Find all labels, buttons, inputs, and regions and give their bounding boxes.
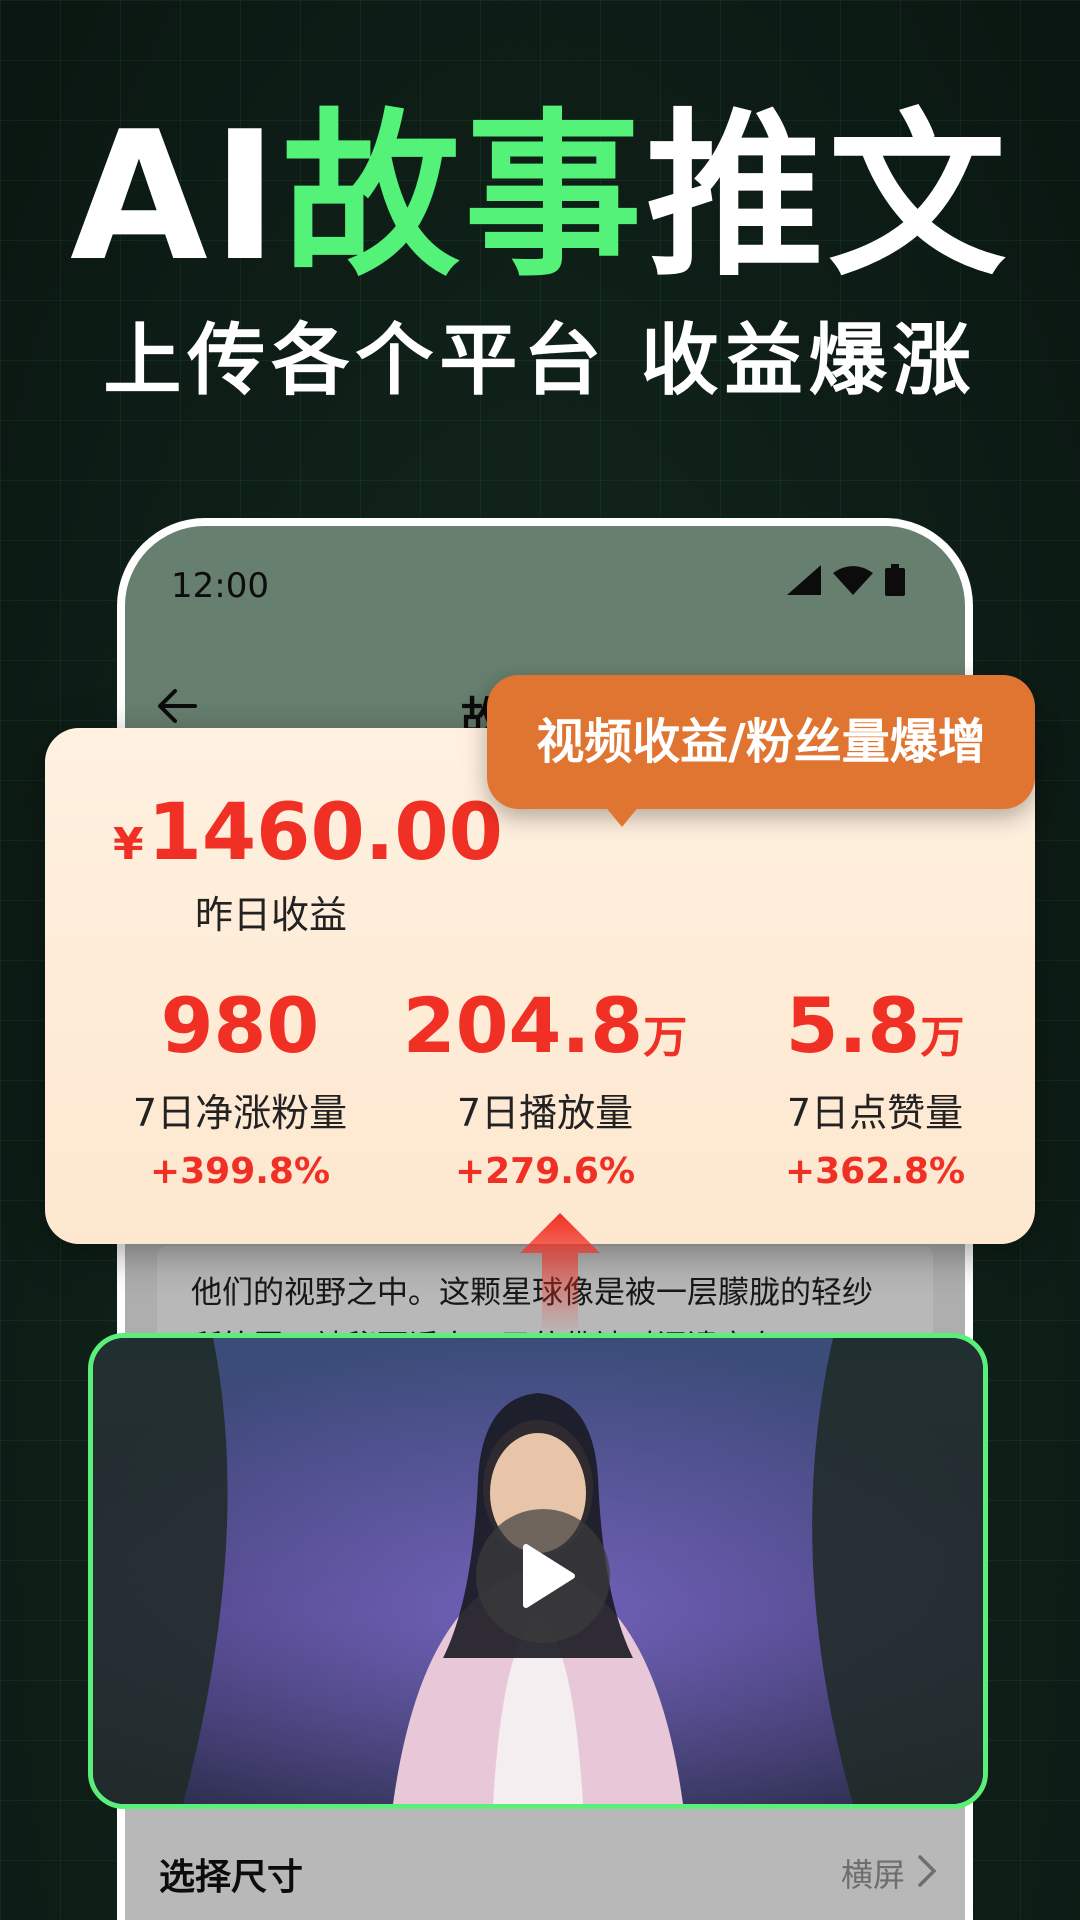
hero-title-highlight: 故事 <box>282 93 646 300</box>
stat-unit: 万 <box>920 1012 965 1063</box>
promo-bubble: 视频收益/粉丝量爆增 <box>487 675 1035 809</box>
stat-value: 5.8 <box>785 981 921 1070</box>
hero-subtitle: 上传各个平台 收益爆涨 <box>103 316 977 406</box>
arrow-up-icon <box>520 1213 600 1333</box>
yesterday-income: ¥ 1460.00 <box>113 788 503 878</box>
stat-label: 7日点赞量 <box>786 1091 964 1135</box>
stat-change: +279.6% <box>454 1151 636 1192</box>
currency-symbol: ¥ <box>113 819 144 870</box>
stat-unit: 万 <box>643 1012 688 1063</box>
stat-followers: 980 7日净涨粉量 +399.8% <box>90 988 390 1193</box>
play-button[interactable] <box>476 1509 610 1643</box>
bubble-tail <box>604 805 640 827</box>
video-preview[interactable] <box>88 1333 988 1809</box>
stat-change: +399.8% <box>149 1151 331 1192</box>
stat-value: 980 <box>160 981 320 1070</box>
stat-value: 204.8 <box>402 981 644 1070</box>
hero-title-prefix: AI <box>70 93 282 300</box>
income-value: 1460.00 <box>147 788 503 878</box>
stat-label: 7日播放量 <box>456 1091 634 1135</box>
income-label: 昨日收益 <box>195 893 348 937</box>
hero-title-suffix: 推文 <box>646 93 1010 300</box>
stat-change: +362.8% <box>784 1151 966 1192</box>
stat-label: 7日净涨粉量 <box>132 1091 348 1135</box>
stat-plays: 204.8万 7日播放量 +279.6% <box>395 988 695 1193</box>
play-icon <box>523 1544 575 1608</box>
hero-title: AI故事推文 <box>0 108 1080 286</box>
stat-likes: 5.8万 7日点赞量 +362.8% <box>725 988 1025 1193</box>
